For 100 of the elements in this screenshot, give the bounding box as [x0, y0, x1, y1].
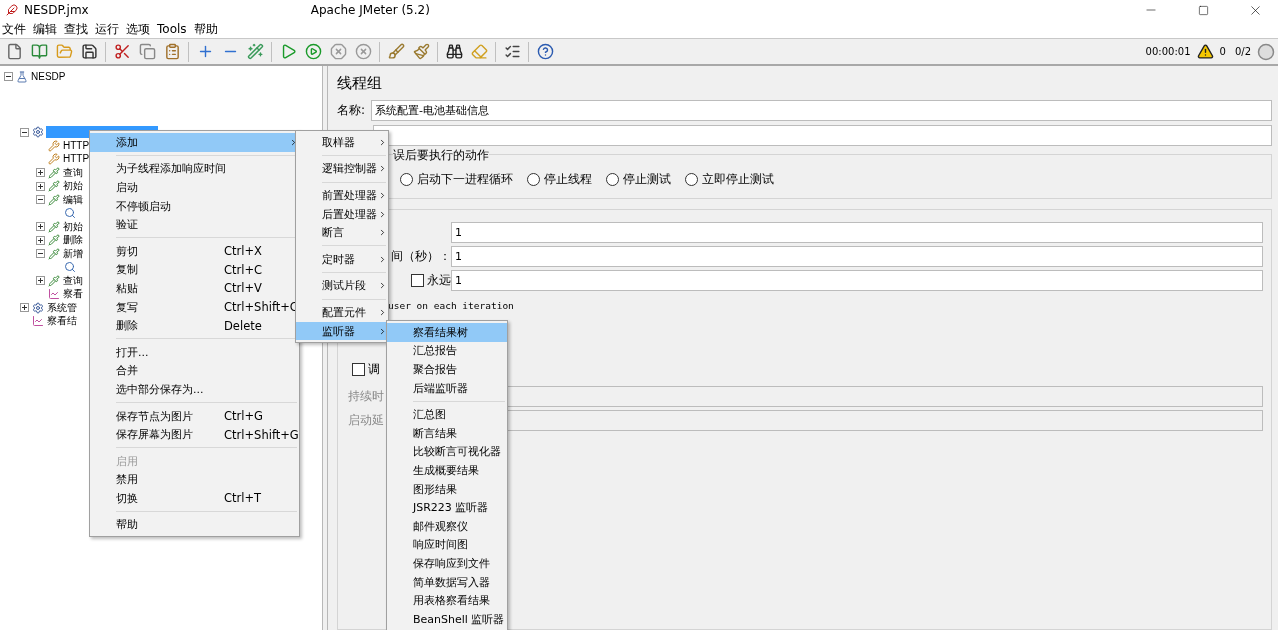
wand-icon[interactable]: [246, 43, 264, 60]
menu-item[interactable]: 简单数据写入器: [387, 572, 507, 592]
menu-item[interactable]: 图形结果: [387, 479, 507, 499]
copy-icon[interactable]: [138, 43, 156, 60]
tree-node[interactable]: 察看结: [46, 315, 78, 328]
list-icon[interactable]: [503, 43, 521, 60]
menu-item[interactable]: 保存屏幕为图片 Ctrl+Shift+G: [90, 425, 299, 444]
menu-item[interactable]: 运行: [95, 20, 119, 38]
menu-item[interactable]: 选中部分保存为...: [90, 380, 299, 399]
expand-icon[interactable]: [36, 168, 45, 178]
menu-item[interactable]: 禁用: [90, 470, 299, 490]
menu-item[interactable]: 汇总报告: [387, 341, 507, 361]
menu-item[interactable]: 汇总图: [387, 405, 507, 424]
menu-item[interactable]: 启动: [90, 178, 299, 197]
menu-item[interactable]: 察看结果树: [387, 323, 507, 342]
menu-item[interactable]: 邮件观察仪: [387, 516, 507, 536]
forever-checkbox[interactable]: 永远: [411, 271, 451, 289]
menu-item[interactable]: 响应时间图: [387, 535, 507, 555]
menu-item[interactable]: 粘贴 Ctrl+V: [90, 279, 299, 298]
collapse-icon[interactable]: [36, 195, 45, 205]
expand-icon[interactable]: [36, 181, 45, 191]
menu-item[interactable]: 断言结果: [387, 423, 507, 443]
menu-item[interactable]: 编辑: [33, 20, 57, 38]
menu-item[interactable]: BeanShell 监听器: [387, 609, 507, 629]
scissors-icon[interactable]: [113, 43, 131, 60]
menu-item[interactable]: 为子线程添加响应时间: [90, 159, 299, 179]
expand-icon[interactable]: [20, 303, 29, 313]
menu-item[interactable]: 剪切 Ctrl+X: [90, 241, 299, 261]
tree-node[interactable]: 查询: [62, 166, 84, 179]
menu-item[interactable]: 聚合报告: [387, 360, 507, 379]
tree-node[interactable]: 删除: [62, 234, 84, 247]
search-icon[interactable]: [445, 43, 463, 60]
radio-option[interactable]: 停止测试: [606, 171, 671, 188]
loop-count-field[interactable]: 1: [451, 269, 1263, 291]
tree-node[interactable]: 查询: [62, 274, 84, 287]
ramp-up-field[interactable]: 1: [451, 245, 1263, 267]
brush-icon[interactable]: [387, 43, 405, 60]
radio-option[interactable]: 立即停止测试: [685, 171, 774, 188]
menu-item[interactable]: 保存响应到文件: [387, 554, 507, 573]
collapse-icon[interactable]: [36, 249, 45, 259]
menu-item[interactable]: 选项: [126, 20, 150, 38]
circle-icon[interactable]: [1257, 42, 1275, 61]
expand-icon[interactable]: [36, 222, 45, 232]
menu-item[interactable]: 保存节点为图片 Ctrl+G: [90, 406, 299, 426]
help-icon[interactable]: [536, 43, 554, 60]
tree-node[interactable]: HTTP: [62, 139, 91, 152]
menu-item[interactable]: 生成概要结果: [387, 461, 507, 480]
menu-item[interactable]: 打开...: [90, 342, 299, 362]
menu-item[interactable]: 删除 Delete: [90, 316, 299, 335]
comment-field[interactable]: [373, 125, 1272, 146]
radio-option[interactable]: 停止线程: [527, 171, 592, 188]
menu-item[interactable]: 复制 Ctrl+C: [90, 260, 299, 280]
menu-item[interactable]: 验证: [90, 215, 299, 234]
menu-item[interactable]: Tools: [157, 22, 187, 36]
scheduler-checkbox[interactable]: 调: [352, 361, 380, 378]
radio-option[interactable]: 启动下一进程循环: [400, 171, 513, 188]
tree-node[interactable]: 编辑: [62, 193, 84, 206]
menu-item[interactable]: 比较断言可视化器: [387, 442, 507, 462]
expand-icon[interactable]: [36, 276, 45, 286]
tree-node[interactable]: 系统管: [46, 301, 78, 314]
menu-item[interactable]: 断言: [296, 223, 388, 242]
tree-node[interactable]: NESDP: [30, 70, 67, 83]
menu-item[interactable]: 配置元件: [296, 303, 388, 322]
menu-item[interactable]: 逻辑控制器: [296, 159, 388, 179]
menu-item[interactable]: 取样器: [296, 133, 388, 152]
paintbrush-icon[interactable]: [412, 43, 430, 60]
menu-item[interactable]: 切换 Ctrl+T: [90, 489, 299, 508]
menu-item[interactable]: 不停顿启动: [90, 196, 299, 216]
name-field[interactable]: 系统配置-电池基础信息: [371, 100, 1272, 121]
collapse-icon[interactable]: [20, 127, 29, 137]
menu-item[interactable]: 测试片段: [296, 276, 388, 296]
menu-item[interactable]: 合并: [90, 361, 299, 381]
menu-item[interactable]: 后端监听器: [387, 378, 507, 398]
tree-node[interactable]: 初始: [62, 180, 84, 193]
stop-icon[interactable]: [329, 43, 347, 60]
menu-item[interactable]: 后置处理器: [296, 204, 388, 224]
save-icon[interactable]: [80, 43, 98, 60]
menu-item[interactable]: 帮助: [193, 20, 218, 38]
menu-item[interactable]: 帮助: [90, 515, 299, 535]
menu-item[interactable]: 文件: [2, 20, 26, 38]
menu-item[interactable]: 前置处理器: [296, 186, 388, 205]
book-icon[interactable]: [30, 43, 48, 60]
menu-item[interactable]: 定时器: [296, 249, 388, 269]
menu-item[interactable]: 用表格察看结果: [387, 591, 507, 610]
menu-item[interactable]: 监听器: [296, 321, 388, 341]
folder-icon[interactable]: [55, 43, 73, 60]
clipboard-icon[interactable]: [163, 43, 181, 60]
maximize-icon[interactable]: [1197, 4, 1209, 16]
menu-item[interactable]: 复写 Ctrl+Shift+C: [90, 297, 299, 317]
tree-node[interactable]: 新增: [62, 247, 84, 260]
file-icon[interactable]: [5, 43, 23, 60]
tree-node[interactable]: 初始: [62, 220, 84, 233]
tree-node[interactable]: 察看: [62, 288, 84, 301]
tree-node[interactable]: HTTP: [62, 153, 91, 166]
menu-item[interactable]: 查找: [64, 20, 88, 38]
menu-item[interactable]: JSR223 监听器: [387, 498, 507, 517]
threads-field[interactable]: 1: [451, 221, 1263, 243]
x-circle-icon[interactable]: [354, 43, 372, 60]
expand-icon[interactable]: [36, 235, 45, 245]
collapse-icon[interactable]: [4, 72, 13, 82]
